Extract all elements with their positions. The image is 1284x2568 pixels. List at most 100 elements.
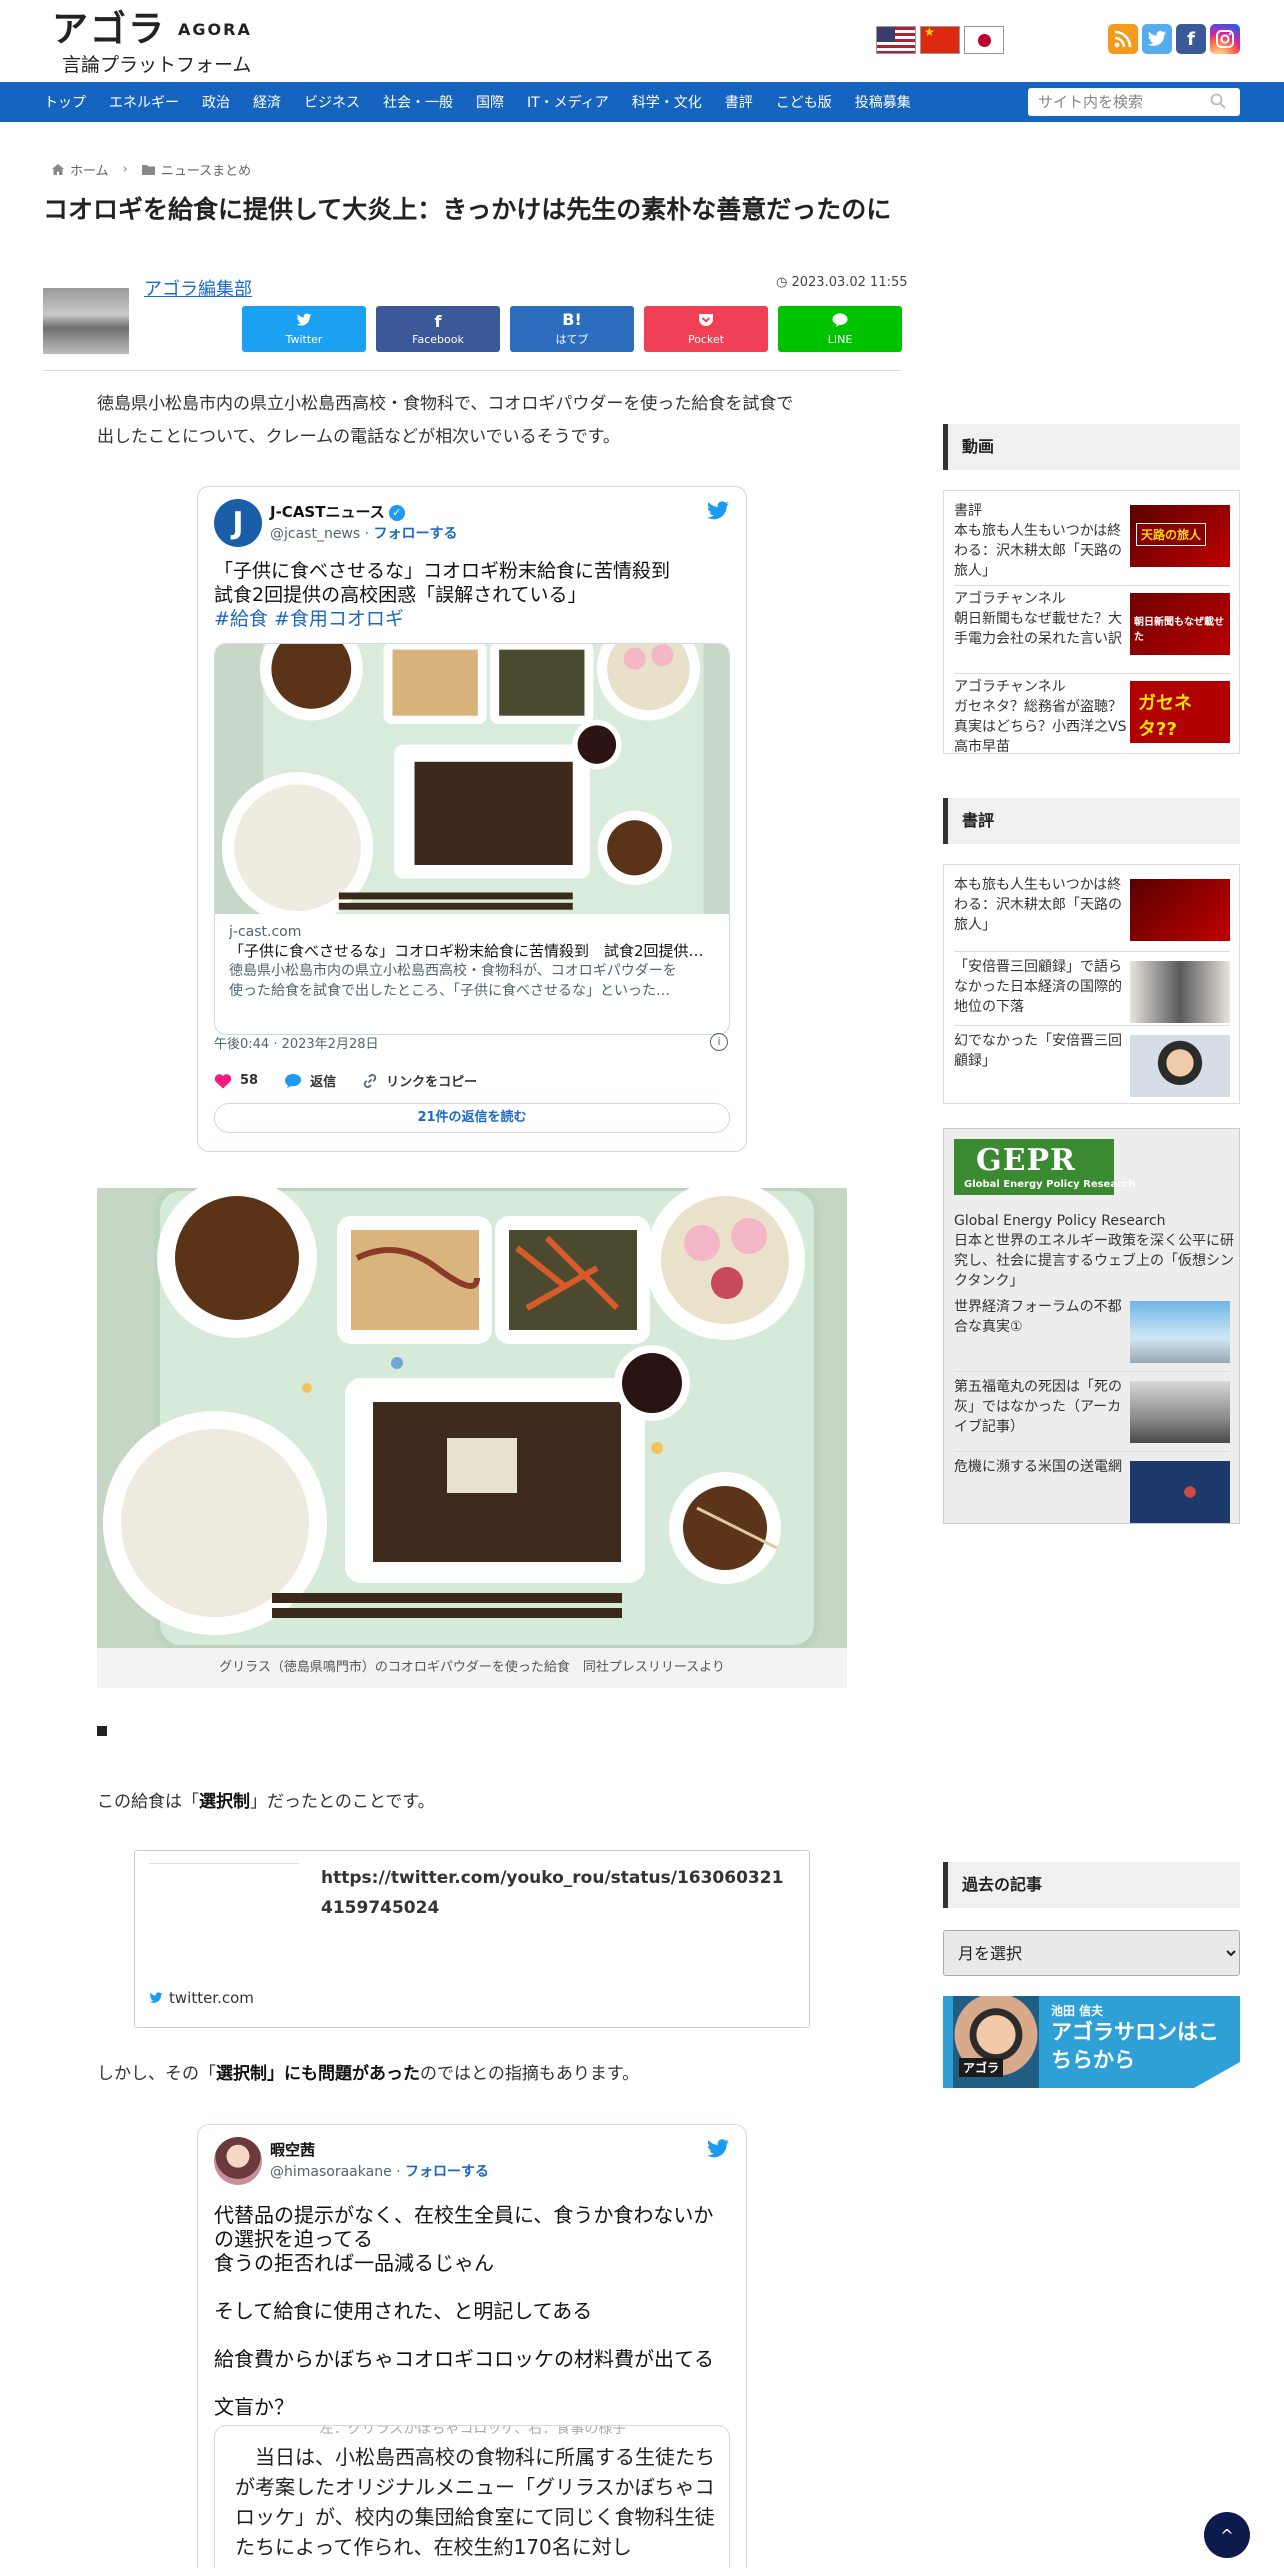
- search-icon[interactable]: [1210, 93, 1226, 109]
- tweet-text: 代替品の提示がなく、在校生全員に、食うか食わないか の選択を迫ってる 食うの拒否…: [214, 2203, 734, 2443]
- gepr-logo-text: GEPR: [976, 1143, 1076, 1178]
- arrow-up-icon: ^: [1220, 2525, 1234, 2545]
- sidebar-review-item[interactable]: 幻でなかった「安倍晋三回顧録」: [954, 1031, 1232, 1111]
- twitter-embed-card[interactable]: https://twitter.com/youko_rou/status/163…: [134, 1850, 810, 2028]
- facebook-icon[interactable]: f: [1176, 24, 1206, 54]
- divider: [954, 1025, 1230, 1026]
- share-twitter-button[interactable]: Twitter: [242, 306, 366, 352]
- nav-item-science[interactable]: 科学・文化: [632, 92, 702, 112]
- p3-pre: しかし、その「: [97, 2064, 216, 2084]
- share-line-button[interactable]: LINE: [778, 306, 902, 352]
- video-item-text: アゴラチャンネル ガセネタ？総務省が盗聴？真実はどちら？小西洋之VS高市早苗: [954, 679, 1127, 755]
- himasora-avatar[interactable]: [214, 2137, 262, 2185]
- tweet2-line-6: 文盲か？: [214, 2395, 294, 2419]
- author-avatar[interactable]: [43, 288, 129, 354]
- sidebar-review-item[interactable]: 本も旅も人生もいつかは終わる：沢木耕太郎「天路の旅人」: [954, 875, 1232, 955]
- jcast-avatar[interactable]: J: [214, 499, 262, 547]
- gepr-item[interactable]: 危機に瀕する米国の送電網: [954, 1457, 1232, 1537]
- share-pocket-label: Pocket: [687, 332, 725, 346]
- tweet-author-name[interactable]: J-CASTニュース ✓: [270, 501, 405, 522]
- tweet-handle-dot: ·: [391, 2164, 406, 2180]
- gepr-item[interactable]: 世界経済フォーラムの不都合な真実①: [954, 1297, 1232, 1377]
- divider: [954, 673, 1230, 674]
- twitter-bird-icon[interactable]: [706, 501, 730, 521]
- video-thumb-text: ガセネタ??: [1138, 693, 1192, 740]
- salon-corner: [1194, 2062, 1240, 2088]
- author-link[interactable]: アゴラ編集部: [144, 275, 252, 301]
- nav-item-it-media[interactable]: IT・メディア: [527, 92, 609, 112]
- gepr-desc-2: 日本と世界のエネルギー政策を深く公平に研究し、社会に提言するウェブ上の「仮想シン…: [954, 1233, 1234, 1289]
- gepr-panel: GEPR Global Energy Policy Research Globa…: [943, 1128, 1240, 1524]
- tweet-link-card[interactable]: j-cast.com 「子供に食べさせるな」コオロギ粉末給食に苦情殺到 試食2回…: [214, 643, 730, 1035]
- nav-item-economy[interactable]: 経済: [253, 92, 281, 112]
- sidebar-video-item[interactable]: 書評 本も旅も人生もいつかは終わる：沢木耕太郎「天路の旅人」 天路の旅人: [954, 501, 1232, 581]
- review-thumbnail: [1130, 1035, 1230, 1097]
- divider: [954, 585, 1230, 586]
- twitter-bird-icon[interactable]: [706, 2139, 730, 2159]
- sidebar-video-item[interactable]: アゴラチャンネル 朝日新聞もなぜ載せた？大手電力会社の呆れた言い訳 朝日新聞もな…: [954, 589, 1232, 669]
- read-replies-button[interactable]: 21件の返信を読む: [214, 1103, 730, 1133]
- nav-item-business[interactable]: ビジネス: [304, 92, 360, 112]
- reply-button[interactable]: 返信: [284, 1071, 336, 1090]
- gepr-description: Global Energy Policy Research 日本と世界のエネルギ…: [954, 1211, 1234, 1291]
- share-pocket-button[interactable]: Pocket: [644, 306, 768, 352]
- embed-thumbnail: [149, 1863, 299, 1963]
- nav-item-kids[interactable]: こども版: [776, 92, 832, 112]
- breadcrumb-category[interactable]: ニュースまとめ: [161, 160, 251, 179]
- site-search-input[interactable]: [1028, 88, 1240, 116]
- info-icon[interactable]: i: [710, 1033, 728, 1051]
- tweet-hashtags[interactable]: #給食 #食用コオロギ: [214, 607, 734, 631]
- share-hatena-button[interactable]: B! はてブ: [510, 306, 634, 352]
- tweet2-line-3: 食うの拒否れば一品減るじゃん: [214, 2251, 494, 2275]
- follow-link[interactable]: フォローする: [405, 2164, 489, 2180]
- logo-main-text: アゴラ: [52, 9, 167, 50]
- gepr-logo[interactable]: GEPR Global Energy Policy Research: [954, 1139, 1135, 1195]
- tweet-actions: 58 返信 リンクをコピー: [214, 1071, 477, 1090]
- intro-line-1: 徳島県小松島市内の県立小松島西高校・食物科で、コオロギパウダーを使った給食を試食…: [97, 394, 794, 414]
- embed-url[interactable]: https://twitter.com/youko_rou/status/163…: [321, 1863, 791, 1923]
- tweet-text-line-2: 試食2回提供の高校困惑「誤解されている」: [214, 584, 587, 606]
- tweet-author-name[interactable]: 暇空茜: [270, 2139, 315, 2160]
- agora-salon-banner[interactable]: アゴラ 池田 信夫 アゴラサロンはこちらから: [943, 1996, 1240, 2088]
- breadcrumb-home[interactable]: ホーム: [70, 160, 109, 179]
- school-lunch-photo: [215, 644, 729, 914]
- copy-link-button[interactable]: リンクをコピー: [362, 1071, 477, 1090]
- sidebar-video-item[interactable]: アゴラチャンネル ガセネタ？総務省が盗聴？真実はどちら？小西洋之VS高市早苗 ガ…: [954, 677, 1232, 757]
- china-flag-icon[interactable]: [920, 26, 960, 54]
- nav-item-energy[interactable]: エネルギー: [109, 92, 179, 112]
- nav-item-review[interactable]: 書評: [725, 92, 753, 112]
- us-flag-icon[interactable]: [876, 26, 916, 54]
- page-title: コオロギを給食に提供して大炎上：きっかけは先生の素朴な善意だったのに: [43, 195, 892, 224]
- video-thumb-text: 天路の旅人: [1136, 523, 1207, 546]
- divider: [43, 370, 901, 371]
- video-item-text: アゴラチャンネル 朝日新聞もなぜ載せた？大手電力会社の呆れた言い訳: [954, 591, 1122, 647]
- post-date: ◷ 2023.03.02 11:55: [776, 275, 908, 290]
- archive-month-select[interactable]: 月を選択: [943, 1930, 1240, 1976]
- share-facebook-button[interactable]: f Facebook: [376, 306, 500, 352]
- instagram-icon[interactable]: [1210, 24, 1240, 54]
- p2-post: 」だったとのことです。: [250, 1792, 435, 1812]
- twitter-icon[interactable]: [1142, 24, 1172, 54]
- social-links: f: [1108, 24, 1240, 54]
- follow-link[interactable]: フォローする: [374, 526, 458, 542]
- scroll-to-top-button[interactable]: ^: [1204, 2512, 1250, 2558]
- bullet-square: [97, 1726, 107, 1736]
- tweet-timestamp[interactable]: 午後0:44 · 2023年2月28日: [214, 1033, 379, 1052]
- p2-pre: この給食は「: [97, 1792, 199, 1812]
- rss-icon[interactable]: [1108, 24, 1138, 54]
- sidebar-review-list: 本も旅も人生もいつかは終わる：沢木耕太郎「天路の旅人」 「安倍晋三回顧録」で語ら…: [943, 864, 1240, 1104]
- nav-item-society[interactable]: 社会・一般: [383, 92, 453, 112]
- salon-logo: アゴラ: [959, 2058, 1004, 2077]
- like-button[interactable]: 58: [214, 1071, 258, 1090]
- tweet-image-quote[interactable]: 左：グリラスかぼちゃコロッケ、右：食事の様子 当日は、小松島西高校の食物科に所属…: [214, 2425, 730, 2568]
- tweet2-line-4: そして給食に使用された、と明記してある: [214, 2299, 593, 2323]
- japan-flag-icon[interactable]: [964, 26, 1004, 54]
- site-logo[interactable]: アゴラ AGORA 言論プラットフォーム: [52, 9, 251, 77]
- video-thumb-text: 朝日新聞もなぜ載せた: [1134, 617, 1224, 643]
- review-thumbnail: [1130, 879, 1230, 941]
- nav-item-submit[interactable]: 投稿募集: [855, 92, 911, 112]
- nav-item-politics[interactable]: 政治: [202, 92, 230, 112]
- nav-item-international[interactable]: 国際: [476, 92, 504, 112]
- nav-item-top[interactable]: トップ: [44, 92, 86, 112]
- gepr-item[interactable]: 第五福竜丸の死因は「死の灰」ではなかった（アーカイブ記事）: [954, 1377, 1232, 1457]
